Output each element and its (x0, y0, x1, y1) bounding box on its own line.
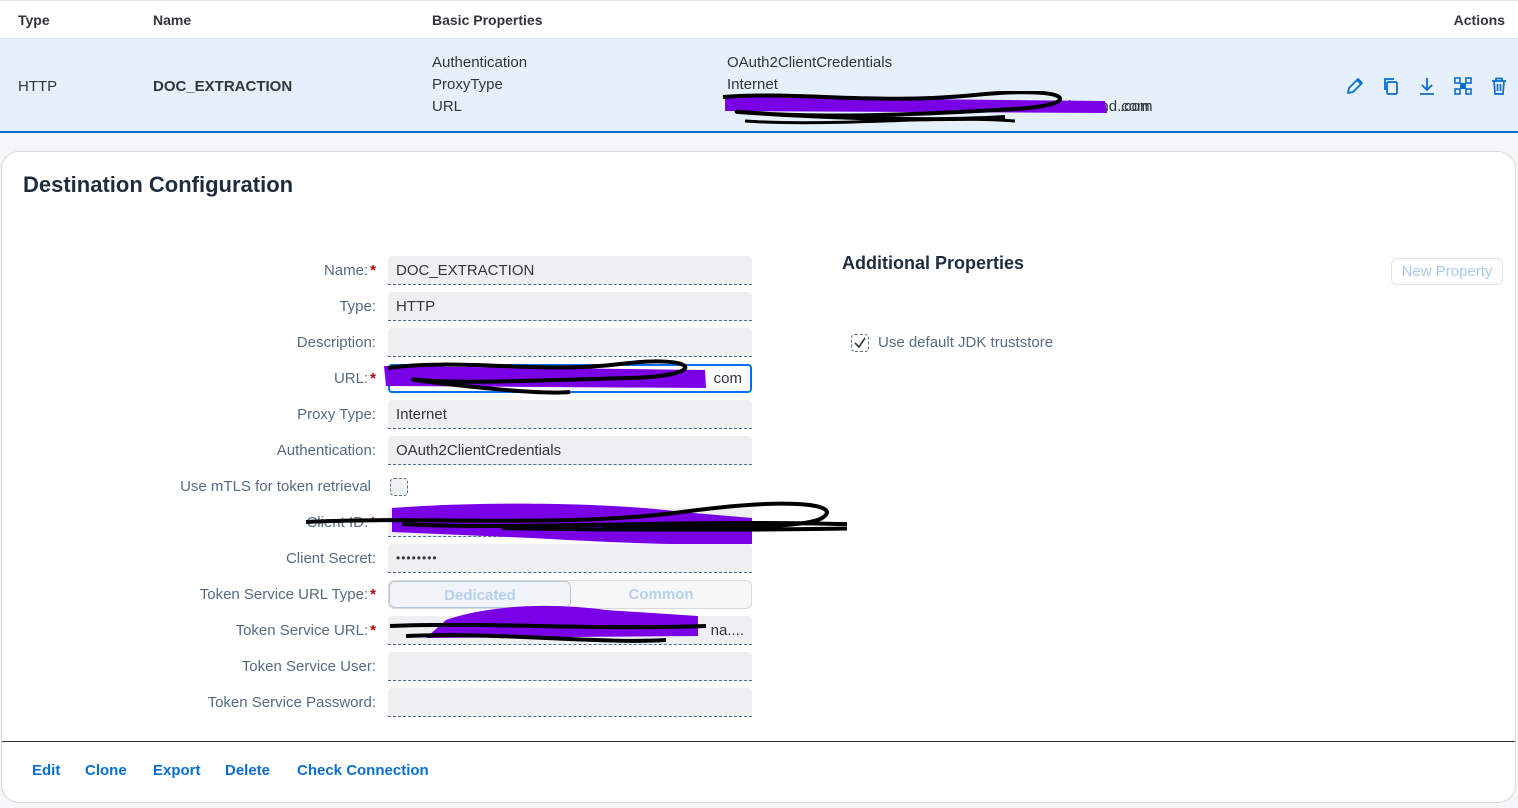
clone-button[interactable]: Clone (85, 762, 127, 779)
destinations-table: Type Name Basic Properties Actions HTTP … (0, 0, 1518, 133)
edit-icon[interactable] (1344, 75, 1366, 97)
checkmark-icon (854, 337, 866, 349)
client-id-field[interactable] (388, 508, 752, 537)
table-header: Type Name Basic Properties Actions (0, 0, 1518, 39)
footer-divider (2, 741, 1515, 742)
name-field[interactable]: DOC_EXTRACTION (388, 256, 752, 285)
new-property-button[interactable]: New Property (1391, 258, 1503, 285)
prop-value-url-suffix: .com (1120, 98, 1153, 115)
prop-key-proxytype: ProxyType (432, 76, 503, 93)
copy-icon[interactable] (1380, 75, 1402, 97)
prop-key-authentication: Authentication (432, 54, 528, 71)
type-label: Type: (339, 298, 376, 315)
column-header-name[interactable]: Name (153, 12, 191, 28)
network-icon[interactable] (1452, 75, 1474, 97)
column-header-actions: Actions (1453, 12, 1505, 28)
token-password-label: Token Service Password: (207, 694, 376, 711)
row-type: HTTP (18, 78, 58, 95)
jdk-truststore-label: Use default JDK truststore (878, 334, 1054, 351)
token-url-label: Token Service URL: * (235, 622, 376, 639)
destination-configuration-panel: Destination Configuration Name: * DOC_EXT… (1, 151, 1516, 803)
token-user-field[interactable] (388, 652, 752, 681)
name-label: Name: * (323, 262, 376, 279)
column-header-type[interactable]: Type (18, 12, 50, 28)
prop-value-proxytype: Internet (727, 76, 778, 93)
table-row[interactable]: HTTP DOC_EXTRACTION Authentication Proxy… (0, 39, 1518, 133)
delete-button[interactable]: Delete (225, 762, 270, 779)
client-id-label: Client ID: * (306, 514, 376, 531)
authentication-label: Authentication: (276, 442, 376, 459)
url-label: URL: * (333, 370, 376, 387)
type-field[interactable]: HTTP (388, 292, 752, 321)
description-label: Description: (296, 334, 376, 351)
prop-value-authentication: OAuth2ClientCredentials (727, 54, 893, 71)
token-password-field[interactable] (388, 688, 752, 717)
jdk-truststore-checkbox[interactable] (851, 334, 869, 352)
authentication-field[interactable]: OAuth2ClientCredentials (388, 436, 752, 465)
description-field[interactable] (388, 328, 752, 357)
check-connection-button[interactable]: Check Connection (297, 762, 429, 779)
edit-button[interactable]: Edit (32, 762, 60, 779)
token-url-type-segmented[interactable]: Dedicated Common (388, 580, 752, 609)
download-icon[interactable] (1416, 75, 1438, 97)
prop-key-url: URL (432, 98, 463, 115)
url-field[interactable]: com (388, 364, 752, 393)
segment-common[interactable]: Common (571, 581, 751, 608)
column-header-basic-properties: Basic Properties (432, 12, 543, 28)
mtls-checkbox[interactable] (390, 478, 408, 496)
export-button[interactable]: Export (153, 762, 201, 779)
token-url-type-label: Token Service URL Type: * (199, 586, 376, 603)
proxy-type-label: Proxy Type: (297, 406, 376, 423)
segment-dedicated[interactable]: Dedicated (389, 581, 571, 608)
mtls-label: Use mTLS for token retrieval (180, 478, 371, 495)
additional-properties-title: Additional Properties (842, 253, 1025, 273)
panel-title: Destination Configuration (23, 172, 294, 197)
row-name: DOC_EXTRACTION (153, 78, 293, 95)
token-url-field[interactable]: na.... (388, 616, 752, 645)
token-user-label: Token Service User: (241, 658, 376, 675)
client-secret-field[interactable]: •••••••• (388, 544, 752, 573)
proxy-type-field[interactable]: Internet (388, 400, 752, 429)
delete-icon[interactable] (1488, 75, 1510, 97)
client-secret-label: Client Secret: (285, 550, 376, 567)
